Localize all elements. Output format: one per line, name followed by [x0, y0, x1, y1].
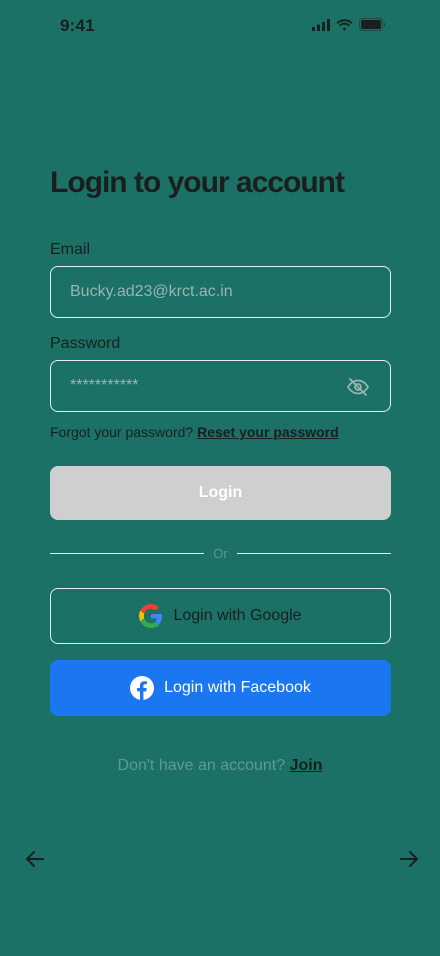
forgot-password-text: Forgot your password? [50, 424, 194, 440]
login-button-label: Login [198, 484, 243, 501]
facebook-login-button[interactable]: Login with Facebook [50, 660, 391, 716]
join-link[interactable]: Join [290, 757, 323, 774]
password-field[interactable] [51, 361, 390, 411]
arrow-right-icon[interactable] [398, 848, 420, 875]
forgot-password-row: Forgot your password? Reset your passwor… [50, 424, 339, 440]
google-g-icon [139, 604, 163, 628]
status-bar: 9:41 [0, 0, 440, 52]
wifi-icon [336, 18, 353, 36]
eye-off-icon[interactable] [346, 375, 370, 404]
status-time: 9:41 [60, 16, 95, 35]
arrow-left-icon[interactable] [24, 848, 46, 875]
password-label: Password [50, 335, 121, 352]
reset-password-link[interactable]: Reset your password [197, 424, 339, 440]
signup-row: Don't have an account? Join [0, 757, 440, 775]
signal-bars-icon [312, 18, 330, 36]
facebook-button-label: Login with Facebook [164, 679, 311, 696]
google-button-label: Login with Google [173, 607, 302, 624]
google-login-button[interactable]: Login with Google [50, 588, 391, 644]
status-icons [312, 18, 386, 36]
facebook-f-icon [130, 676, 155, 700]
or-divider: Or [50, 546, 391, 562]
email-label: Email [50, 241, 91, 258]
password-field-container [50, 360, 391, 412]
battery-icon [359, 18, 386, 36]
no-account-text: Don't have an account? [117, 757, 286, 774]
divider-line-right [237, 553, 391, 554]
login-button[interactable]: Login [50, 466, 391, 520]
email-field[interactable] [51, 267, 390, 317]
email-field-container [50, 266, 391, 318]
page-title: Login to your account [50, 166, 345, 199]
